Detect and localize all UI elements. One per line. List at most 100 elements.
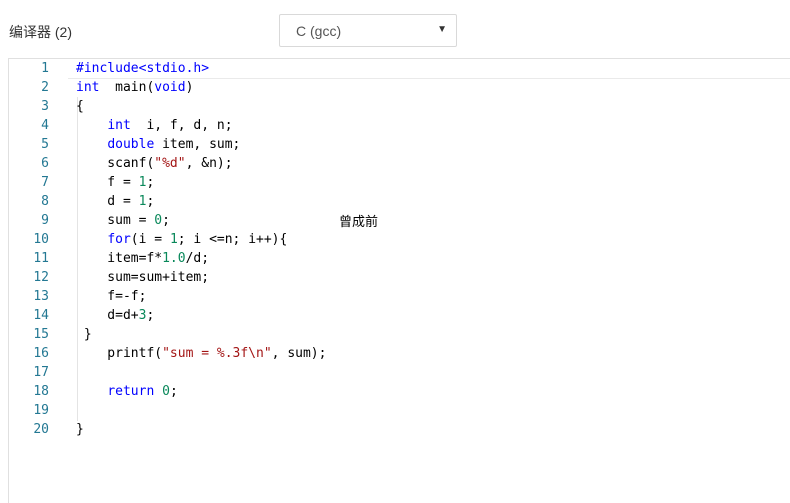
code-token: d = [76,194,139,209]
line-number: 4 [41,118,49,133]
code-text: #include<stdio.h> [76,59,209,78]
code-line[interactable]: 19 [9,401,790,420]
line-number: 16 [33,346,49,361]
code-token: scanf( [76,156,155,171]
code-text: } [76,325,92,344]
code-token: f = [76,175,139,190]
code-token: d=d+ [76,308,139,323]
code-text: double item, sum; [76,135,240,154]
code-line[interactable]: 4 int i, f, d, n; [9,116,790,135]
code-text: scanf("%d", &n); [76,154,233,173]
code-token: sum=sum+item; [76,270,210,285]
line-number: 2 [41,80,49,95]
code-token: { [76,99,84,114]
code-token: #include<stdio.h> [76,61,210,76]
code-line[interactable]: 18 return 0; [9,382,790,401]
code-text: int main(void) [76,78,193,97]
code-token: return [107,384,155,399]
code-token: i, f, d, n; [130,118,233,133]
code-token: ; [146,194,155,209]
code-token: /d; [185,251,210,266]
code-text: return 0; [76,382,178,401]
code-token: ; [146,308,155,323]
code-token: sum = [76,213,155,228]
code-token: item=f* [76,251,163,266]
code-token: , sum); [271,346,327,361]
code-token: 0 [162,384,170,399]
code-text: sum=sum+item; [76,268,209,287]
code-line[interactable]: 14 d=d+3; [9,306,790,325]
code-token: f=-f; [76,289,147,304]
code-token: 1 [169,232,178,247]
code-line[interactable]: 16 printf("sum = %.3f\n", sum); [9,344,790,363]
code-token: 1.0 [162,251,186,266]
code-token: 0 [154,213,163,228]
line-number: 18 [33,384,49,399]
language-select-value: C (gcc) [296,23,342,39]
code-token: ; [169,384,178,399]
code-line[interactable]: 3{ [9,97,790,116]
code-text: d = 1; [76,192,154,211]
code-text: for(i = 1; i <=n; i++){ [76,230,287,249]
line-number: 14 [33,308,49,323]
code-token: } [76,327,92,342]
code-editor[interactable]: 1 #include<stdio.h> 2 int main(void) 3{4 int… [8,58,790,503]
line-number: 13 [33,289,49,304]
code-token: ; i <=n; i++){ [177,232,288,247]
line-number: 15 [33,327,49,342]
code-token: "%d" [154,156,186,171]
code-text: f=-f; [76,287,146,306]
code-token: ; [162,213,170,228]
code-token: double [107,137,155,152]
code-line[interactable]: 11 item=f*1.0/d; [9,249,790,268]
line-number: 19 [33,403,49,418]
code-line[interactable]: 10 for(i = 1; i <=n; i++){ [9,230,790,249]
code-token: "sum = %.3f\n" [162,346,272,361]
code-token: item, sum; [154,137,241,152]
overlay-note: 曾成前 [339,215,379,230]
code-line[interactable]: 12 sum=sum+item; [9,268,790,287]
code-token: int [76,80,100,95]
code-text: item=f*1.0/d; [76,249,209,268]
code-line[interactable]: 2 int main(void) [9,78,790,97]
code-line[interactable]: 1 #include<stdio.h> [9,59,790,78]
code-token: (i = [130,232,170,247]
code-line[interactable]: 13 f=-f; [9,287,790,306]
compiler-label: 编译器 (2) [9,24,72,40]
code-token: main( [99,80,155,95]
code-token: printf( [76,346,163,361]
code-line[interactable]: 20} [9,420,790,439]
code-text: printf("sum = %.3f\n", sum); [76,344,326,363]
code-text: } [76,420,84,439]
line-number: 12 [33,270,49,285]
code-token: ) [185,80,194,95]
code-line[interactable]: 17 [9,363,790,382]
code-text: int i, f, d, n; [76,116,233,135]
compiler-toolbar: 编译器 (2) C (gcc) ▼ [0,0,790,58]
line-number: 9 [41,213,49,228]
code-token: } [76,422,84,437]
code-line[interactable]: 6 scanf("%d", &n); [9,154,790,173]
line-number: 6 [41,156,49,171]
line-number: 7 [41,175,49,190]
line-number: 1 [41,61,49,76]
code-text: { [76,97,84,116]
code-line[interactable]: 7 f = 1; [9,173,790,192]
code-line[interactable]: 5 double item, sum; [9,135,790,154]
code-token: ; [146,175,155,190]
code-line[interactable]: 8 d = 1; [9,192,790,211]
code-token: , &n); [185,156,233,171]
line-number: 10 [33,232,49,247]
language-select[interactable]: C (gcc) ▼ [279,14,457,47]
code-text: sum = 0; [76,211,170,230]
code-line[interactable]: 15 } [9,325,790,344]
code-text: f = 1; [76,173,154,192]
code-token: int [107,118,131,133]
code-line[interactable]: 9 sum = 0; [9,211,790,230]
chevron-down-icon: ▼ [437,24,447,35]
